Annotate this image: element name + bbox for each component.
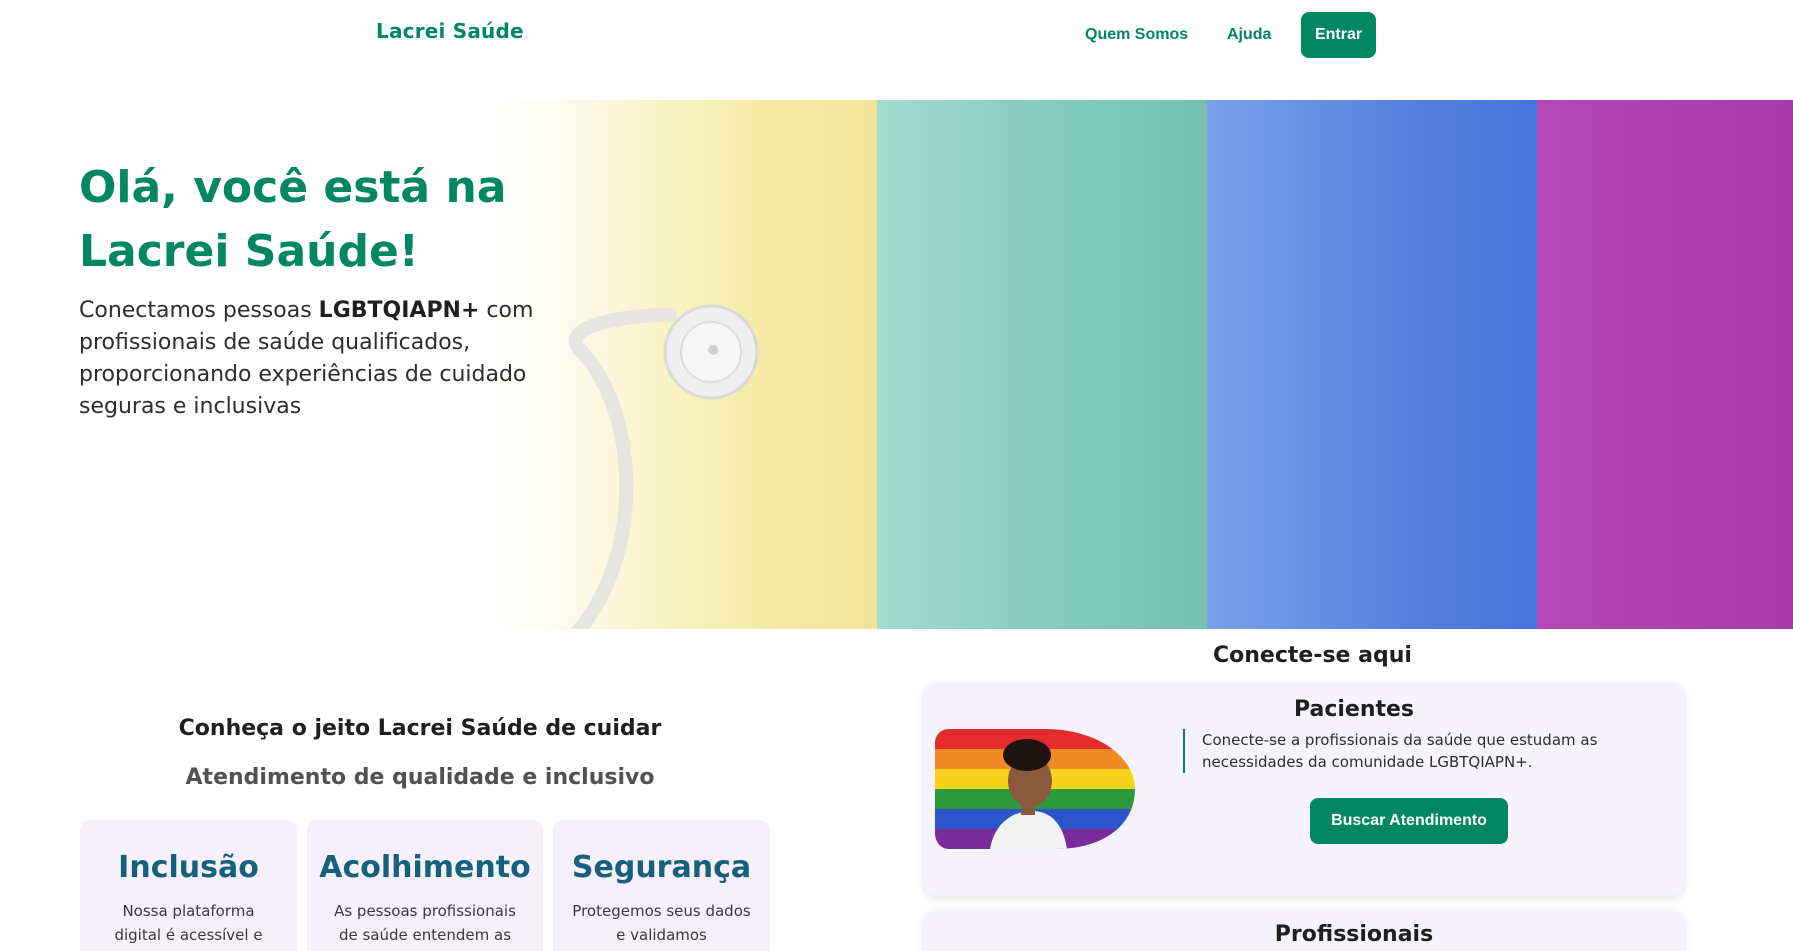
- card-text: As pessoas profissionais de saúde entend…: [334, 902, 516, 944]
- hero-description: Conectamos pessoas LGBTQIAPN+ com profis…: [79, 295, 549, 423]
- card-title: Inclusão: [118, 850, 259, 885]
- login-button[interactable]: Entrar: [1301, 12, 1376, 58]
- patients-panel: Pacientes Conecte-se a profissionais da …: [924, 683, 1684, 896]
- hero-title: Olá, você está na Lacrei Saúde!: [79, 162, 507, 277]
- professionals-panel: Profissionais: [924, 910, 1684, 951]
- patients-description: Conecte-se a profissionais da saúde que …: [1202, 731, 1598, 771]
- site-header: Lacrei Saúde Quem Somos Ajuda Entrar: [0, 0, 1793, 100]
- search-care-button[interactable]: Buscar Atendimento: [1310, 798, 1508, 844]
- about-subheading: Atendimento de qualidade e inclusivo: [185, 765, 655, 790]
- about-heading: Conheça o jeito Lacrei Saúde de cuidar: [178, 716, 662, 741]
- nav-link-quem-somos[interactable]: Quem Somos: [1085, 26, 1188, 44]
- patients-title: Pacientes: [1293, 697, 1415, 722]
- hero-section: Olá, você está na Lacrei Saúde! Conectam…: [0, 100, 1793, 629]
- accent-divider: [1183, 729, 1185, 773]
- person-with-rainbow-flag-photo: [935, 729, 1135, 849]
- hero-text-highlight: LGBTQIAPN+: [318, 298, 480, 323]
- value-card-seguranca: Segurança Protegemos seus dados e valida…: [553, 820, 770, 951]
- nav-link-ajuda[interactable]: Ajuda: [1227, 26, 1271, 44]
- connect-heading: Conecte-se aqui: [1213, 643, 1412, 668]
- card-title: Acolhimento: [319, 850, 531, 885]
- card-text: Nossa plataforma digital é acessível e: [114, 902, 263, 944]
- professionals-title: Profissionais: [1274, 922, 1434, 947]
- hero-text-start: Conectamos pessoas: [79, 298, 319, 323]
- card-text: Protegemos seus dados e validamos: [572, 902, 751, 944]
- value-card-inclusao: Inclusão Nossa plataforma digital é aces…: [80, 820, 297, 951]
- card-title: Segurança: [571, 850, 752, 885]
- logo[interactable]: Lacrei Saúde: [376, 19, 524, 43]
- value-card-acolhimento: Acolhimento As pessoas profissionais de …: [307, 820, 543, 951]
